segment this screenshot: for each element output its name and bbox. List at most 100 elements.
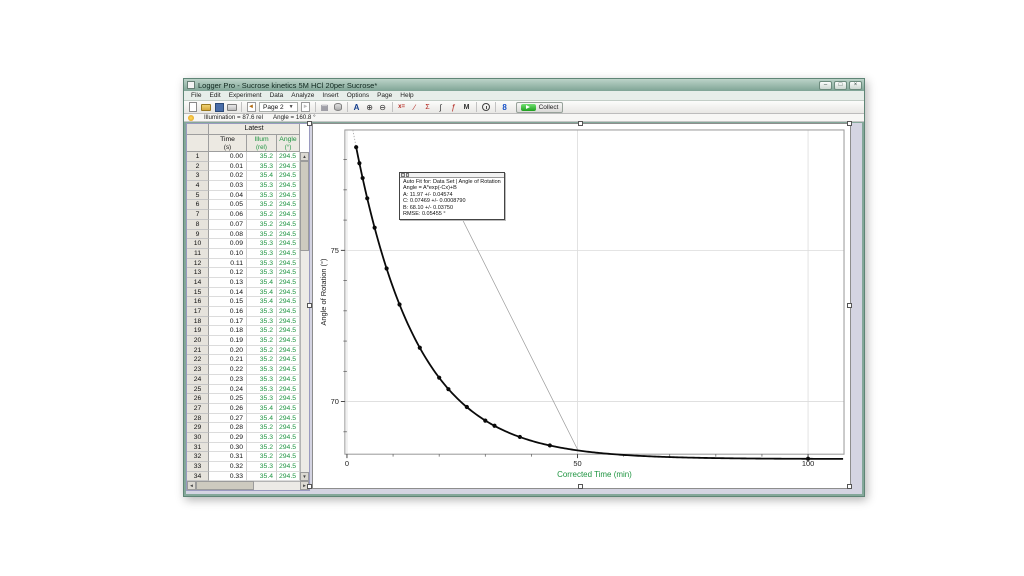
table-row[interactable]: 110.1035.3294.5	[187, 249, 300, 259]
graph-panel[interactable]: 0501007075Angle of Rotation (°)Corrected…	[312, 123, 851, 489]
scroll-up-icon[interactable]: ▲	[300, 152, 309, 161]
print-icon[interactable]	[226, 102, 238, 113]
table-row[interactable]: 40.0335.3294.5	[187, 181, 300, 191]
device-icon[interactable]: 8	[499, 102, 511, 113]
time-column-header[interactable]: Time(s)	[209, 135, 247, 152]
data-point[interactable]	[385, 266, 389, 270]
table-row[interactable]: 280.2735.4294.5	[187, 414, 300, 424]
autoscale-icon[interactable]: A	[351, 102, 363, 113]
table-row[interactable]: 20.0135.3294.5	[187, 162, 300, 172]
table-row[interactable]: 120.1135.3294.5	[187, 259, 300, 269]
table-row[interactable]: 100.0935.3294.5	[187, 239, 300, 249]
data-point[interactable]	[418, 346, 422, 350]
menu-page[interactable]: Page	[373, 91, 396, 100]
data-point[interactable]	[361, 176, 365, 180]
table-vertical-scrollbar[interactable]: ▲ ▼	[300, 152, 309, 481]
examine-icon[interactable]: x=	[396, 102, 408, 113]
data-point[interactable]	[397, 302, 401, 306]
table-row[interactable]: 200.1935.2294.5	[187, 336, 300, 346]
table-row[interactable]: 250.2435.3294.5	[187, 385, 300, 395]
table-row[interactable]: 130.1235.3294.5	[187, 268, 300, 278]
menu-analyze[interactable]: Analyze	[287, 91, 318, 100]
data-point[interactable]	[492, 424, 496, 428]
minimize-button[interactable]: –	[819, 81, 832, 90]
menu-data[interactable]: Data	[266, 91, 288, 100]
table-row[interactable]: 10.0035.2294.5	[187, 152, 300, 162]
table-row[interactable]: 230.2235.3294.5	[187, 365, 300, 375]
data-point[interactable]	[437, 376, 441, 380]
table-row[interactable]: 30.0235.4294.5	[187, 171, 300, 181]
data-point[interactable]	[465, 405, 469, 409]
curve-fit-info-box[interactable]: Auto Fit for: Data Set | Angle of Rotati…	[399, 172, 505, 220]
statistics-icon[interactable]: Σ	[422, 102, 434, 113]
title-bar[interactable]: Logger Pro - Sucrose kinetics 5M HCl 20p…	[184, 79, 864, 91]
menu-experiment[interactable]: Experiment	[225, 91, 266, 100]
table-row[interactable]: 270.2635.4294.5	[187, 404, 300, 414]
selection-handle-top-left[interactable]	[307, 121, 312, 126]
table-row[interactable]: 240.2335.3294.5	[187, 375, 300, 385]
selection-handle-top-right[interactable]	[847, 121, 852, 126]
table-row[interactable]: 290.2835.2294.5	[187, 423, 300, 433]
table-row[interactable]: 210.2035.2294.5	[187, 346, 300, 356]
store-run-icon[interactable]	[332, 102, 344, 113]
table-row[interactable]: 330.3235.3294.5	[187, 462, 300, 472]
data-table-panel[interactable]: Latest Time(s) Illum(rel) Angle(°) 10.00…	[186, 123, 310, 491]
table-row[interactable]: 50.0435.3294.5	[187, 191, 300, 201]
table-row[interactable]: 150.1435.4294.5	[187, 288, 300, 298]
data-point[interactable]	[518, 435, 522, 439]
angle-vs-time-chart[interactable]: 0501007075Angle of Rotation (°)Corrected…	[313, 124, 850, 488]
collect-button[interactable]: Collect	[516, 102, 564, 113]
selection-handle-bottom-right[interactable]	[847, 484, 852, 489]
vertical-scroll-thumb[interactable]	[300, 161, 309, 251]
zoom-in-icon[interactable]: ⊕	[364, 102, 376, 113]
table-row[interactable]: 220.2135.2294.5	[187, 355, 300, 365]
integral-icon[interactable]: ∫	[435, 102, 447, 113]
table-row[interactable]: 180.1735.3294.5	[187, 317, 300, 327]
previous-page-icon[interactable]: ◄	[245, 102, 257, 113]
illum-column-header[interactable]: Illum(rel)	[247, 135, 277, 152]
tangent-icon[interactable]: ∕	[409, 102, 421, 113]
close-button[interactable]: ×	[849, 81, 862, 90]
table-row[interactable]: 320.3135.2294.5	[187, 452, 300, 462]
selection-handle-bottom-left[interactable]	[307, 484, 312, 489]
zoom-out-icon[interactable]: ⊖	[377, 102, 389, 113]
scroll-down-icon[interactable]: ▼	[300, 472, 309, 481]
table-row[interactable]: 300.2935.3294.5	[187, 433, 300, 443]
fit-box-close-icon[interactable]	[401, 173, 405, 177]
menu-insert[interactable]: Insert	[318, 91, 342, 100]
horizontal-scroll-thumb[interactable]	[196, 481, 254, 490]
table-row[interactable]: 310.3035.2294.5	[187, 443, 300, 453]
table-row[interactable]: 190.1835.2294.5	[187, 326, 300, 336]
table-row[interactable]: 80.0735.2294.5	[187, 220, 300, 230]
table-row[interactable]: 70.0635.2294.5	[187, 210, 300, 220]
data-browser-icon[interactable]: ▤	[319, 102, 331, 113]
data-point[interactable]	[354, 145, 358, 149]
data-point[interactable]	[483, 419, 487, 423]
save-icon[interactable]	[213, 102, 225, 113]
menu-help[interactable]: Help	[396, 91, 417, 100]
maximize-button[interactable]: □	[834, 81, 847, 90]
table-row[interactable]: 160.1535.4294.5	[187, 297, 300, 307]
data-point[interactable]	[365, 196, 369, 200]
selection-handle-middle-left[interactable]	[307, 303, 312, 308]
selection-handle-top-center[interactable]	[578, 121, 583, 126]
data-point[interactable]	[446, 387, 450, 391]
menu-options[interactable]: Options	[343, 91, 373, 100]
data-point[interactable]	[548, 443, 552, 447]
next-page-icon[interactable]: ►	[300, 102, 312, 113]
open-folder-icon[interactable]	[200, 102, 212, 113]
data-point[interactable]	[357, 161, 361, 165]
new-document-icon[interactable]	[187, 102, 199, 113]
table-row[interactable]: 260.2535.3294.5	[187, 394, 300, 404]
model-icon[interactable]: M	[461, 102, 473, 113]
selection-handle-bottom-center[interactable]	[578, 484, 583, 489]
table-row[interactable]: 170.1635.3294.5	[187, 307, 300, 317]
table-row[interactable]: 90.0835.2294.5	[187, 230, 300, 240]
table-row[interactable]: 60.0535.2294.5	[187, 200, 300, 210]
table-row[interactable]: 140.1335.4294.5	[187, 278, 300, 288]
page-selector[interactable]: Page 2 ▼	[259, 102, 298, 112]
menu-file[interactable]: File	[187, 91, 205, 100]
table-row[interactable]: 340.3335.4294.5	[187, 472, 300, 482]
angle-column-header[interactable]: Angle(°)	[277, 135, 300, 152]
table-horizontal-scrollbar[interactable]: ◄ ►	[187, 481, 309, 490]
